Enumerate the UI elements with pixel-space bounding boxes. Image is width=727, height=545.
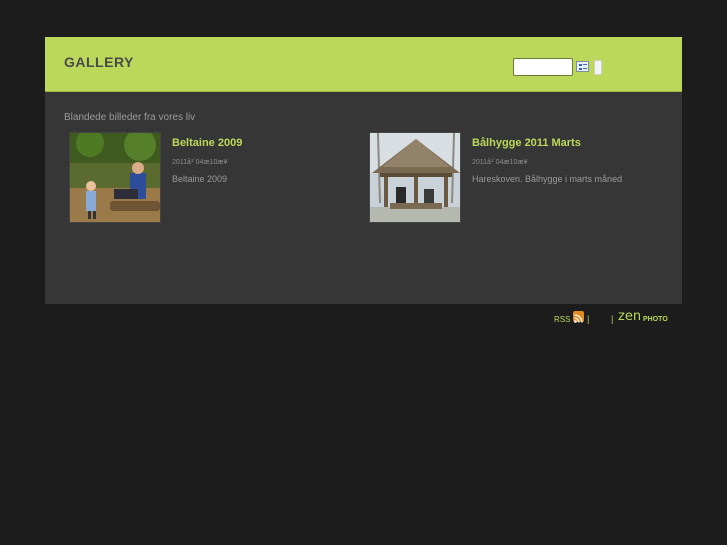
album-description: Beltaine 2009 — [172, 174, 228, 184]
album-thumbnail-balhygge[interactable] — [369, 132, 461, 223]
page-title[interactable]: GALLERY — [64, 54, 134, 70]
album-description: Hareskoven. Bålhygge i marts måned — [472, 174, 623, 184]
wooden-shelter-image — [370, 133, 460, 222]
album-title[interactable]: Bålhygge 2011 Marts — [472, 137, 581, 149]
search-button[interactable] — [594, 60, 602, 75]
gallery-panel: Blandede billeder fra vores liv Beltaine… — [45, 92, 682, 304]
zenphoto-logo-photo[interactable]: PHOTO — [643, 316, 668, 323]
album-item: Bålhygge 2011 Marts 2011å¹´04æ10æ¥ Hares… — [369, 132, 669, 224]
album-thumbnail-beltaine[interactable] — [69, 132, 161, 223]
album-item: Beltaine 2009 2011å¹´04æ10æ¥ Beltaine 20… — [69, 132, 369, 224]
album-date: 2011å¹´04æ10æ¥ — [172, 159, 228, 166]
search-input[interactable] — [513, 58, 573, 76]
footer-separator: | — [611, 314, 614, 324]
children-in-forest-image — [70, 133, 160, 222]
footer-separator: | — [587, 314, 590, 324]
header-bar: GALLERY — [45, 37, 682, 92]
search-options-icon[interactable] — [576, 61, 589, 72]
album-title[interactable]: Beltaine 2009 — [172, 137, 242, 149]
gallery-description: Blandede billeder fra vores liv — [64, 112, 196, 123]
album-date: 2011å¹´04æ10æ¥ — [472, 159, 528, 166]
rss-icon[interactable] — [573, 311, 584, 323]
zenphoto-logo-zen[interactable]: zen — [618, 309, 641, 324]
rss-link[interactable]: RSS — [554, 315, 570, 324]
